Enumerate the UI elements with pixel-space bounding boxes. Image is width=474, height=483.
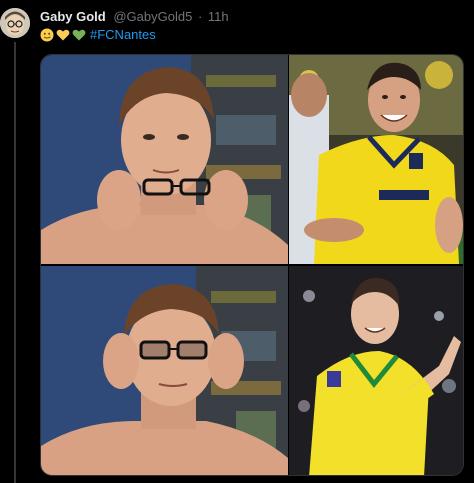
yellow-heart-icon (56, 29, 70, 41)
smiling-face-with-tear-icon (40, 28, 54, 42)
meme-panel-glasses-removed (41, 55, 288, 264)
emoji-group (40, 28, 86, 42)
tweet-text: #FCNantes (40, 27, 156, 43)
tweet-media-image[interactable] (40, 54, 464, 476)
meme-panel-player-celebrating (289, 266, 463, 475)
hashtag-link[interactable]: #FCNantes (90, 27, 156, 43)
avatar-cartoon-icon (0, 8, 30, 38)
thread-line (14, 42, 16, 483)
green-heart-icon (72, 29, 86, 41)
tweet: Gaby Gold @GabyGold5 · 11h #FCNantes (0, 0, 474, 483)
separator-dot: · (197, 9, 203, 24)
display-name[interactable]: Gaby Gold (40, 9, 106, 24)
avatar[interactable] (0, 8, 30, 38)
meme-panel-glasses-on (41, 266, 288, 475)
tweet-header: Gaby Gold @GabyGold5 · 11h (40, 9, 229, 25)
user-handle[interactable]: @GabyGold5 (113, 9, 192, 24)
meme-panel-player-smiling (289, 55, 463, 264)
timestamp[interactable]: 11h (208, 9, 229, 24)
